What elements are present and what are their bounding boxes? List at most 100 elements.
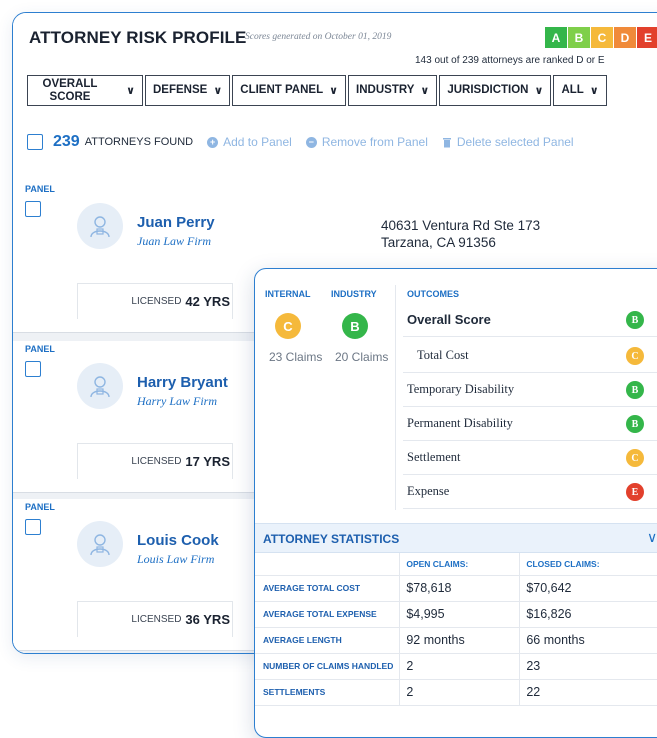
industry-header: INDUSTRY <box>331 289 377 299</box>
attorney-firm[interactable]: Harry Law Firm <box>137 394 217 409</box>
attorney-checkbox[interactable] <box>25 201 41 217</box>
filter-industry[interactable]: INDUSTRY ∨ <box>348 75 438 106</box>
attorney-name[interactable]: Louis Cook <box>137 532 219 549</box>
results-count: 239 <box>53 133 80 150</box>
attorney-name[interactable]: Juan Perry <box>137 214 215 231</box>
attorney-firm[interactable]: Louis Law Firm <box>137 552 214 567</box>
attorney-checkbox[interactable] <box>25 361 41 377</box>
filter-client-panel[interactable]: CLIENT PANEL ∨ <box>232 75 347 106</box>
table-header-row: OPEN CLAIMS: CLOSED CLAIMS: <box>255 553 657 576</box>
scores-date: Scores generated on October 01, 2019 <box>245 32 392 42</box>
closed-value: 23 <box>519 653 657 680</box>
licensed-row: LICENSED 17 YRS <box>77 443 233 479</box>
table-row: AVERAGE LENGTH 92 months 66 months <box>255 627 657 654</box>
minus-circle-icon: − <box>305 136 317 148</box>
outcome-label: Total Cost <box>417 348 469 362</box>
filter-jurisdiction[interactable]: JURISDICTION ∨ <box>439 75 552 106</box>
list-header: ATTORNEY RISK PROFILE Scores generated o… <box>13 13 657 183</box>
row-label: AVERAGE LENGTH <box>255 627 401 654</box>
closed-value: $70,642 <box>519 575 657 602</box>
ranked-note: 143 out of 239 attorneys are ranked D or… <box>415 55 605 66</box>
attorney-firm[interactable]: Juan Law Firm <box>137 234 211 249</box>
licensed-row: LICENSED 36 YRS <box>77 601 233 637</box>
open-value: $78,618 <box>399 575 521 602</box>
industry-claims: 20 Claims <box>335 350 389 364</box>
panel-tag: PANEL <box>25 344 55 354</box>
outcomes-header: OUTCOMES <box>407 289 460 299</box>
attorney-address: 40631 Ventura Rd Ste 173 Tarzana, CA 913… <box>381 217 540 251</box>
attorney-checkbox[interactable] <box>25 519 41 535</box>
avatar <box>77 363 123 409</box>
open-value: $4,995 <box>399 601 521 628</box>
attorney-name[interactable]: Harry Bryant <box>137 374 228 391</box>
grade-badge: C <box>626 347 644 365</box>
add-to-panel-label: Add to Panel <box>223 135 292 149</box>
grade-d: D <box>614 27 636 48</box>
table-row: SETTLEMENTS 2 22 <box>255 679 657 706</box>
grade-badge: B <box>626 311 644 329</box>
open-value: 92 months <box>399 627 521 654</box>
filter-label: CLIENT PANEL <box>240 84 324 96</box>
filter-defense[interactable]: DEFENSE ∨ <box>145 75 231 106</box>
select-all-checkbox[interactable] <box>27 134 43 150</box>
filter-overall-score[interactable]: OVERALL SCORE ∨ <box>27 75 143 106</box>
chevron-down-icon: ∨ <box>534 85 544 97</box>
table-row: NUMBER OF CLAIMS HANDLED 2 23 <box>255 653 657 680</box>
outcome-row-settlement: Settlement C <box>403 441 657 475</box>
closed-value: 22 <box>519 679 657 706</box>
grade-e: E <box>637 27 657 48</box>
licensed-years: 17 YRS <box>185 454 230 469</box>
outcome-row-expense: Expense E <box>403 475 657 509</box>
delete-panel-label: Delete selected Panel <box>456 135 574 149</box>
row-label: NUMBER OF CLAIMS HANDLED <box>255 653 401 680</box>
table-cell <box>255 553 401 576</box>
column-divider <box>395 285 396 510</box>
statistics-table: OPEN CLAIMS: CLOSED CLAIMS: AVERAGE TOTA… <box>255 553 657 706</box>
address-line-2: Tarzana, CA 91356 <box>381 235 496 250</box>
licensed-row: LICENSED 42 YRS <box>77 283 233 319</box>
outcome-label: Temporary Disability <box>407 382 515 396</box>
internal-header: INTERNAL <box>265 289 311 299</box>
outcome-label: Overall Score <box>407 312 491 327</box>
results-label: ATTORNEYS FOUND <box>84 136 194 148</box>
add-to-panel-button[interactable]: + Add to Panel <box>207 135 292 149</box>
user-icon <box>90 216 110 238</box>
chevron-down-icon: ∨ <box>126 85 135 97</box>
closed-claims-header: CLOSED CLAIMS: <box>519 553 657 576</box>
user-icon <box>90 534 110 556</box>
licensed-label: LICENSED <box>131 614 182 625</box>
outcome-label: Expense <box>407 484 450 498</box>
outcome-row-temporary-disability: Temporary Disability B <box>403 373 657 407</box>
row-label: AVERAGE TOTAL COST <box>255 575 401 602</box>
grade-c: C <box>591 27 613 48</box>
licensed-years: 42 YRS <box>185 294 230 309</box>
chevron-down-icon[interactable]: ∨ <box>647 529 657 546</box>
grade-b: B <box>568 27 590 48</box>
grade-a: A <box>545 27 567 48</box>
grade-badge: C <box>626 449 644 467</box>
page-title: ATTORNEY RISK PROFILE <box>29 28 247 47</box>
outcome-row-total-cost: Total Cost C <box>403 339 657 373</box>
grade-badge: B <box>626 381 644 399</box>
internal-claims: 23 Claims <box>269 350 323 364</box>
remove-from-panel-button[interactable]: − Remove from Panel <box>305 135 428 149</box>
chevron-down-icon: ∨ <box>420 85 430 97</box>
results-toolbar: 239 ATTORNEYS FOUND + Add to Panel − Rem… <box>27 133 574 151</box>
chevron-down-icon: ∨ <box>213 85 223 97</box>
closed-value: 66 months <box>519 627 657 654</box>
grade-badge: E <box>626 483 644 501</box>
licensed-years: 36 YRS <box>185 612 230 627</box>
filter-all[interactable]: ALL ∨ <box>553 75 607 106</box>
panel-tag: PANEL <box>25 502 55 512</box>
outcome-label: Permanent Disability <box>407 416 513 430</box>
statistics-header[interactable]: ATTORNEY STATISTICS ∨ <box>255 523 657 553</box>
outcome-row-permanent-disability: Permanent Disability B <box>403 407 657 441</box>
remove-from-panel-label: Remove from Panel <box>321 135 428 149</box>
trash-icon <box>442 137 452 148</box>
filter-label: JURISDICTION <box>447 84 529 96</box>
grade-legend: A B C D E <box>545 27 657 48</box>
open-claims-header: OPEN CLAIMS: <box>399 553 521 576</box>
delete-panel-button[interactable]: Delete selected Panel <box>442 135 574 149</box>
closed-value: $16,826 <box>519 601 657 628</box>
row-label: AVERAGE TOTAL EXPENSE <box>255 601 401 628</box>
